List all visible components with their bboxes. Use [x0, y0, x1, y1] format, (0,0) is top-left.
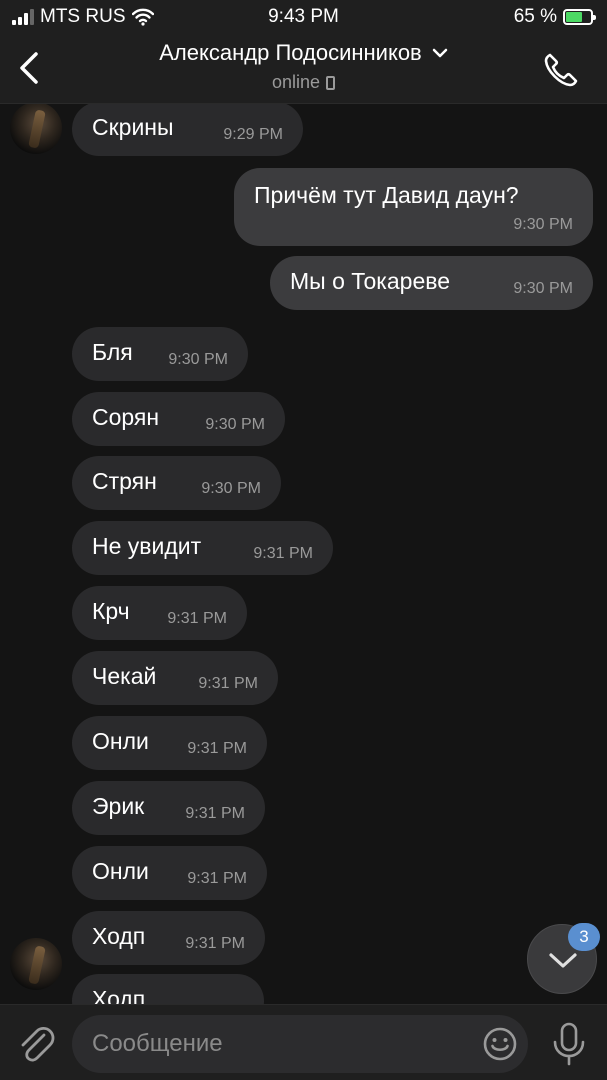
chat-status-row: online: [271, 72, 336, 93]
phone-call-icon: [544, 53, 578, 87]
message-list[interactable]: Скрины 9:29 PM Причём тут Давид даун? 9:…: [0, 104, 607, 1004]
emoji-icon: [483, 1027, 517, 1061]
message-text: Эрик: [92, 793, 145, 819]
message-text: Крч: [92, 598, 130, 624]
voice-message-button[interactable]: [548, 1021, 590, 1067]
message-bubble-incoming[interactable]: Ходп: [72, 974, 264, 1004]
message-text: Не увидит: [92, 533, 202, 559]
unread-badge: 3: [568, 923, 600, 951]
chat-title-area[interactable]: Александр Подосинников online: [90, 40, 517, 93]
chat-title-row: Александр Подосинников: [159, 40, 448, 66]
message-time: 9:30 PM: [205, 416, 265, 433]
message-bubble-incoming[interactable]: Крч 9:31 PM: [72, 586, 247, 640]
message-input[interactable]: [92, 1015, 472, 1073]
message-text: Чекай: [92, 663, 157, 689]
mobile-device-icon: [326, 75, 336, 90]
message-text: Сорян: [92, 404, 160, 430]
emoji-button[interactable]: [482, 1026, 518, 1062]
microphone-icon: [553, 1022, 585, 1066]
message-text: Причём тут Давид даун?: [254, 182, 519, 208]
avatar[interactable]: [10, 938, 62, 990]
battery-charging-icon: [563, 9, 596, 25]
message-text: Мы о Токареве: [290, 268, 451, 294]
attach-button[interactable]: [14, 1021, 58, 1065]
message-bubble-incoming[interactable]: Стрян 9:30 PM: [72, 456, 281, 510]
chevron-down-icon: [432, 48, 447, 58]
message-text: Онли: [92, 858, 149, 884]
message-bubble-incoming[interactable]: Ходп 9:31 PM: [72, 911, 265, 965]
avatar[interactable]: [10, 104, 62, 154]
message-text: Скрины: [92, 114, 174, 140]
message-time: 9:30 PM: [168, 351, 228, 368]
message-text: Онли: [92, 728, 149, 754]
message-time: 9:30 PM: [513, 216, 573, 233]
battery-percent: 65 %: [513, 6, 557, 27]
status-bar: MTS RUS 9:43 PM 65 %: [0, 0, 607, 34]
call-button[interactable]: [541, 50, 581, 90]
chat-status: online: [271, 72, 321, 92]
message-time: 9:30 PM: [201, 480, 261, 497]
back-chevron-icon: [20, 52, 38, 84]
message-text: Бля: [92, 339, 133, 365]
message-bubble-incoming[interactable]: Онли 9:31 PM: [72, 716, 267, 770]
message-bubble-incoming[interactable]: Бля 9:30 PM: [72, 327, 248, 381]
message-text: Ходп: [92, 986, 146, 1004]
message-bubble-incoming[interactable]: Онли 9:31 PM: [72, 846, 267, 900]
message-time: 9:31 PM: [187, 870, 247, 887]
message-text: Ходп: [92, 923, 146, 949]
message-input-wrapper: [72, 1015, 528, 1073]
message-bubble-outgoing[interactable]: Мы о Токареве 9:30 PM: [270, 256, 593, 310]
message-time: 9:30 PM: [513, 280, 573, 297]
chat-screen: MTS RUS 9:43 PM 65 % Александр Подосинни…: [0, 0, 607, 1080]
message-text: Стрян: [92, 468, 157, 494]
battery-info: 65 %: [513, 6, 596, 28]
battery-fill: [566, 12, 582, 22]
message-composer: [0, 1004, 607, 1080]
message-bubble-incoming[interactable]: Эрик 9:31 PM: [72, 781, 265, 835]
paperclip-icon: [21, 1026, 55, 1062]
message-bubble-incoming[interactable]: Чекай 9:31 PM: [72, 651, 278, 705]
message-bubble-incoming[interactable]: Не увидит 9:31 PM: [72, 521, 333, 575]
message-bubble-incoming[interactable]: Сорян 9:30 PM: [72, 392, 285, 446]
message-time: 9:31 PM: [198, 675, 258, 692]
back-button[interactable]: [12, 48, 48, 88]
message-time: 9:31 PM: [187, 740, 247, 757]
message-time: 9:31 PM: [253, 545, 313, 562]
message-time: 9:31 PM: [185, 805, 245, 822]
message-time: 9:29 PM: [223, 126, 283, 143]
message-bubble-incoming[interactable]: Скрины 9:29 PM: [72, 104, 303, 156]
message-time: 9:31 PM: [185, 935, 245, 952]
message-bubble-outgoing[interactable]: Причём тут Давид даун? 9:30 PM: [234, 168, 593, 246]
message-time: 9:31 PM: [167, 610, 227, 627]
chat-header: Александр Подосинников online: [0, 34, 607, 104]
chat-title: Александр Подосинников: [159, 40, 422, 65]
